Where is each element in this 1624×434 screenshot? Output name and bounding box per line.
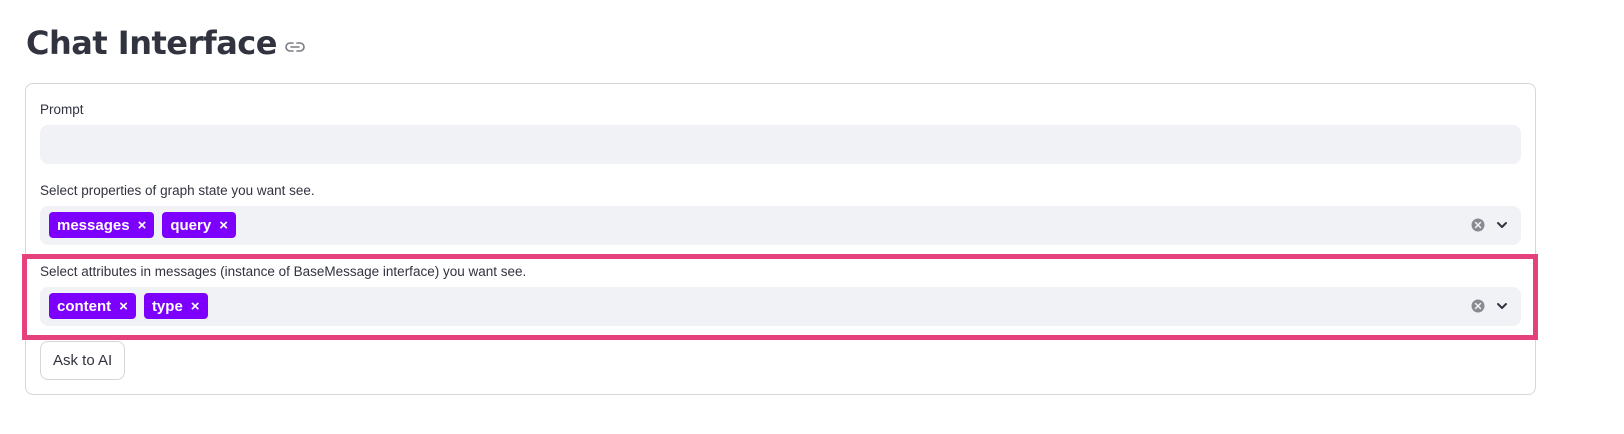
- tag-label: messages: [57, 216, 130, 234]
- page: Chat Interface Prompt Select properties …: [0, 0, 1624, 434]
- remove-tag-type-icon[interactable]: ×: [191, 299, 200, 314]
- message-attr-tags: content × type ×: [49, 293, 208, 319]
- message-attr-multiselect[interactable]: content × type ×: [40, 287, 1521, 326]
- link-icon[interactable]: [285, 41, 305, 53]
- ask-to-ai-button[interactable]: Ask to AI: [40, 341, 126, 380]
- tag-label: type: [151, 297, 183, 315]
- title-row: Chat Interface: [26, 24, 305, 62]
- tag-messages: messages ×: [49, 212, 155, 238]
- clear-icon[interactable]: [1471, 218, 1485, 232]
- remove-tag-query-icon[interactable]: ×: [219, 218, 228, 233]
- prompt-label: Prompt: [40, 102, 84, 117]
- tag-label: query: [170, 216, 212, 234]
- chevron-down-icon[interactable]: [1495, 218, 1509, 232]
- tag-query: query ×: [162, 212, 236, 238]
- tag-label: content: [57, 297, 112, 315]
- graph-state-tags: messages × query ×: [49, 212, 236, 238]
- graph-state-select-label: Select properties of graph state you wan…: [40, 183, 315, 198]
- chevron-down-icon[interactable]: [1495, 299, 1509, 313]
- prompt-input[interactable]: [40, 125, 1521, 164]
- tag-content: content ×: [49, 293, 136, 319]
- message-attr-select-label: Select attributes in messages (instance …: [40, 264, 527, 279]
- page-title: Chat Interface: [26, 24, 277, 62]
- graph-state-multiselect[interactable]: messages × query ×: [40, 206, 1521, 245]
- tag-type: type ×: [143, 293, 208, 319]
- remove-tag-messages-icon[interactable]: ×: [138, 218, 147, 233]
- clear-icon[interactable]: [1471, 299, 1485, 313]
- remove-tag-content-icon[interactable]: ×: [119, 299, 128, 314]
